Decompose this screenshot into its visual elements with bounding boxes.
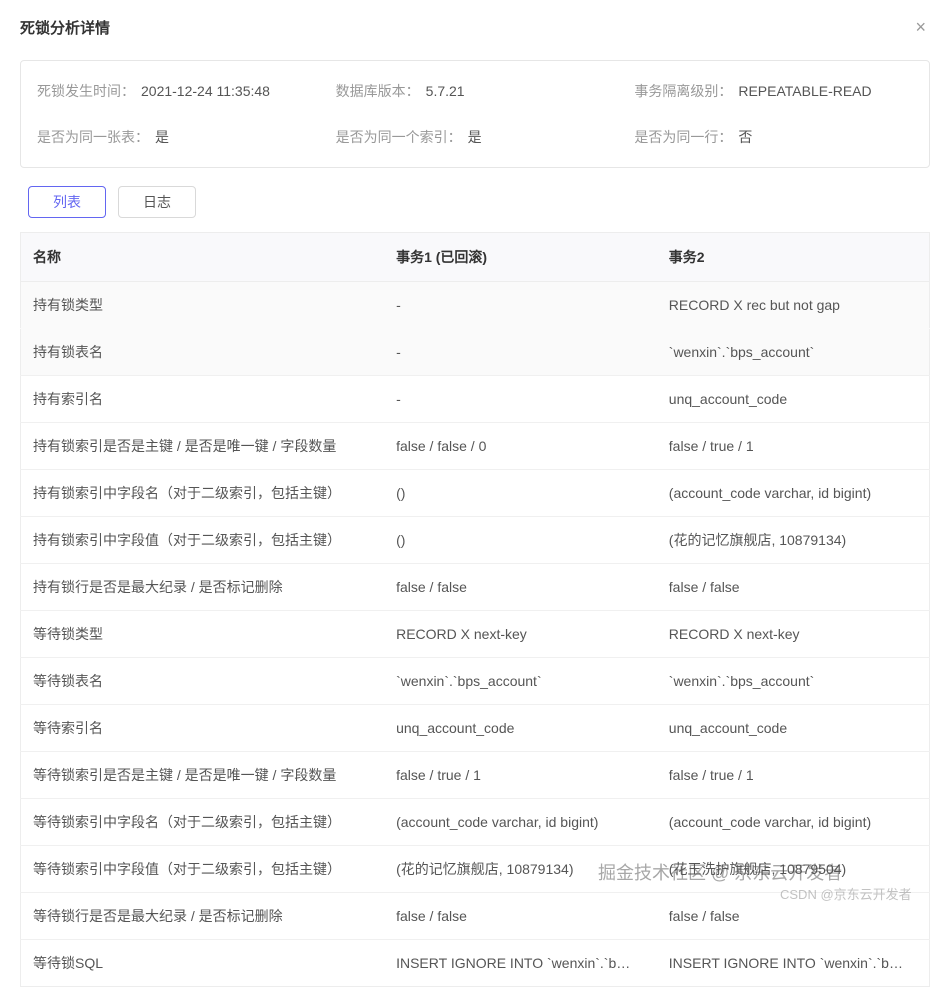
close-icon: ×: [915, 17, 926, 37]
cell-name: 等待锁表名: [21, 658, 385, 705]
table-row: 等待锁SQLINSERT IGNORE INTO `wenxin`.`b…INS…: [21, 940, 930, 987]
table-row: 持有锁索引是否是主键 / 是否是唯一键 / 字段数量false / false …: [21, 423, 930, 470]
cell-tx2: (花王洗护旗舰店, 10879504): [657, 846, 930, 893]
info-label: 死锁发生时间：: [37, 81, 135, 101]
cell-name: 持有锁索引中字段名（对于二级索引，包括主键）: [21, 470, 385, 517]
cell-tx2: unq_account_code: [657, 705, 930, 752]
cell-name: 持有锁表名: [21, 329, 385, 376]
cell-tx1: (account_code varchar, id bigint): [384, 799, 657, 846]
cell-tx1: false / true / 1: [384, 752, 657, 799]
table-row: 持有锁类型-RECORD X rec but not gap: [21, 282, 930, 329]
cell-tx1: -: [384, 329, 657, 376]
info-value: 5.7.21: [426, 83, 465, 99]
cell-tx2: RECORD X next-key: [657, 611, 930, 658]
cell-tx2: false / false: [657, 893, 930, 940]
info-value: 否: [738, 127, 752, 147]
modal-title: 死锁分析详情: [20, 17, 110, 38]
cell-tx1: (花的记忆旗舰店, 10879134): [384, 846, 657, 893]
info-label: 数据库版本：: [336, 81, 420, 101]
cell-tx2: (account_code varchar, id bigint): [657, 799, 930, 846]
table-row: 等待锁索引中字段名（对于二级索引，包括主键）(account_code varc…: [21, 799, 930, 846]
table-row: 等待锁表名`wenxin`.`bps_account``wenxin`.`bps…: [21, 658, 930, 705]
modal-header: 死锁分析详情 ×: [0, 0, 950, 50]
info-same-row: 是否为同一行： 否: [634, 127, 913, 147]
info-value: 是: [155, 127, 169, 147]
info-value: REPEATABLE-READ: [738, 83, 871, 99]
cell-tx2: false / true / 1: [657, 423, 930, 470]
deadlock-table: 名称 事务1 (已回滚) 事务2 持有锁类型-RECORD X rec but …: [20, 232, 930, 987]
table-row: 持有锁表名-`wenxin`.`bps_account`: [21, 329, 930, 376]
column-header-tx2: 事务2: [657, 233, 930, 282]
close-button[interactable]: ×: [911, 14, 930, 40]
cell-tx1: -: [384, 282, 657, 329]
table-row: 持有锁索引中字段名（对于二级索引，包括主键）()(account_code va…: [21, 470, 930, 517]
table-row: 等待锁类型RECORD X next-keyRECORD X next-key: [21, 611, 930, 658]
info-same-table: 是否为同一张表： 是: [37, 127, 316, 147]
cell-name: 等待锁SQL: [21, 940, 385, 987]
tab-log[interactable]: 日志: [118, 186, 196, 218]
info-same-index: 是否为同一个索引： 是: [336, 127, 615, 147]
table-row: 等待锁行是否是最大纪录 / 是否标记删除false / falsefalse /…: [21, 893, 930, 940]
cell-name: 持有锁索引中字段值（对于二级索引，包括主键）: [21, 517, 385, 564]
cell-name: 等待锁索引中字段值（对于二级索引，包括主键）: [21, 846, 385, 893]
cell-tx2: (account_code varchar, id bigint): [657, 470, 930, 517]
cell-name: 等待锁类型: [21, 611, 385, 658]
cell-tx1: false / false / 0: [384, 423, 657, 470]
info-value: 是: [468, 127, 482, 147]
info-label: 是否为同一张表：: [37, 127, 149, 147]
cell-name: 等待锁索引是否是主键 / 是否是唯一键 / 字段数量: [21, 752, 385, 799]
cell-tx1: false / false: [384, 564, 657, 611]
tab-list[interactable]: 列表: [28, 186, 106, 218]
cell-tx2: `wenxin`.`bps_account`: [657, 658, 930, 705]
info-db-version: 数据库版本： 5.7.21: [336, 81, 615, 101]
cell-tx2: false / false: [657, 564, 930, 611]
tabs: 列表 日志: [0, 186, 950, 232]
cell-tx1: unq_account_code: [384, 705, 657, 752]
cell-name: 持有锁类型: [21, 282, 385, 329]
column-header-name: 名称: [21, 233, 385, 282]
cell-tx2: RECORD X rec but not gap: [657, 282, 930, 329]
cell-tx1: INSERT IGNORE INTO `wenxin`.`b…: [384, 940, 657, 987]
info-label: 事务隔离级别：: [634, 81, 732, 101]
table-row: 等待索引名unq_account_codeunq_account_code: [21, 705, 930, 752]
cell-tx1: (): [384, 470, 657, 517]
table-wrap: 名称 事务1 (已回滚) 事务2 持有锁类型-RECORD X rec but …: [0, 232, 950, 1007]
table-header-row: 名称 事务1 (已回滚) 事务2: [21, 233, 930, 282]
cell-tx2: unq_account_code: [657, 376, 930, 423]
cell-name: 持有锁行是否是最大纪录 / 是否标记删除: [21, 564, 385, 611]
table-row: 等待锁索引中字段值（对于二级索引，包括主键）(花的记忆旗舰店, 10879134…: [21, 846, 930, 893]
cell-name: 等待锁行是否是最大纪录 / 是否标记删除: [21, 893, 385, 940]
cell-name: 持有锁索引是否是主键 / 是否是唯一键 / 字段数量: [21, 423, 385, 470]
cell-tx2: INSERT IGNORE INTO `wenxin`.`b…: [657, 940, 930, 987]
info-label: 是否为同一个索引：: [336, 127, 462, 147]
cell-tx1: -: [384, 376, 657, 423]
table-row: 持有索引名-unq_account_code: [21, 376, 930, 423]
table-row: 持有锁索引中字段值（对于二级索引，包括主键）()(花的记忆旗舰店, 108791…: [21, 517, 930, 564]
cell-tx2: false / true / 1: [657, 752, 930, 799]
cell-name: 持有索引名: [21, 376, 385, 423]
info-panel: 死锁发生时间： 2021-12-24 11:35:48 数据库版本： 5.7.2…: [20, 60, 930, 168]
cell-tx1: (): [384, 517, 657, 564]
cell-tx1: false / false: [384, 893, 657, 940]
cell-name: 等待锁索引中字段名（对于二级索引，包括主键）: [21, 799, 385, 846]
info-deadlock-time: 死锁发生时间： 2021-12-24 11:35:48: [37, 81, 316, 101]
cell-name: 等待索引名: [21, 705, 385, 752]
cell-tx1: RECORD X next-key: [384, 611, 657, 658]
cell-tx2: `wenxin`.`bps_account`: [657, 329, 930, 376]
cell-tx2: (花的记忆旗舰店, 10879134): [657, 517, 930, 564]
info-isolation-level: 事务隔离级别： REPEATABLE-READ: [634, 81, 913, 101]
deadlock-analysis-modal: 死锁分析详情 × 死锁发生时间： 2021-12-24 11:35:48 数据库…: [0, 0, 950, 1007]
cell-tx1: `wenxin`.`bps_account`: [384, 658, 657, 705]
info-label: 是否为同一行：: [634, 127, 732, 147]
table-row: 持有锁行是否是最大纪录 / 是否标记删除false / falsefalse /…: [21, 564, 930, 611]
column-header-tx1: 事务1 (已回滚): [384, 233, 657, 282]
info-value: 2021-12-24 11:35:48: [141, 83, 270, 99]
table-row: 等待锁索引是否是主键 / 是否是唯一键 / 字段数量false / true /…: [21, 752, 930, 799]
